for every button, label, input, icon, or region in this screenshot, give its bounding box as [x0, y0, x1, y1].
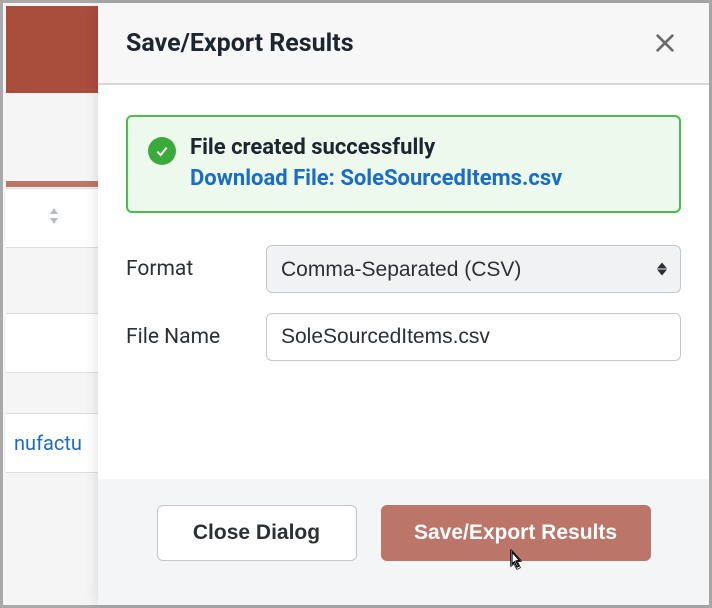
filename-row: File Name [126, 313, 681, 361]
background-row-link: nufactu [6, 413, 101, 473]
dialog-body: File created successfully Download File:… [98, 85, 709, 409]
success-banner: File created successfully Download File:… [126, 115, 681, 213]
check-circle-icon [148, 137, 176, 165]
format-label: Format [126, 257, 266, 281]
background-link-fragment: nufactu [14, 431, 82, 455]
save-export-button-label: Save/Export Results [414, 521, 617, 545]
dialog-header: Save/Export Results [98, 3, 709, 85]
success-message: File created successfully [190, 135, 562, 160]
close-dialog-button[interactable]: Close Dialog [157, 505, 357, 561]
background-divider [6, 181, 101, 187]
filename-input[interactable] [266, 313, 681, 361]
format-select-wrapper: Comma-Separated (CSV) [266, 245, 681, 293]
close-icon-button[interactable] [649, 27, 681, 59]
filename-label: File Name [126, 325, 266, 349]
format-row: Format Comma-Separated (CSV) [126, 245, 681, 293]
background-header [6, 6, 101, 93]
format-select[interactable]: Comma-Separated (CSV) [266, 245, 681, 293]
background-row [6, 313, 101, 373]
sort-icon [47, 206, 61, 230]
export-dialog: Save/Export Results File created success… [98, 3, 709, 605]
download-link[interactable]: Download File: SoleSourcedItems.csv [190, 166, 562, 191]
cursor-pointer-icon [503, 546, 529, 582]
dialog-footer: Close Dialog Save/Export Results [98, 479, 709, 605]
success-text: File created successfully Download File:… [190, 135, 562, 191]
dialog-title: Save/Export Results [126, 29, 354, 58]
close-icon [654, 32, 676, 54]
background-row-sortable [6, 188, 101, 248]
save-export-button[interactable]: Save/Export Results [381, 505, 651, 561]
